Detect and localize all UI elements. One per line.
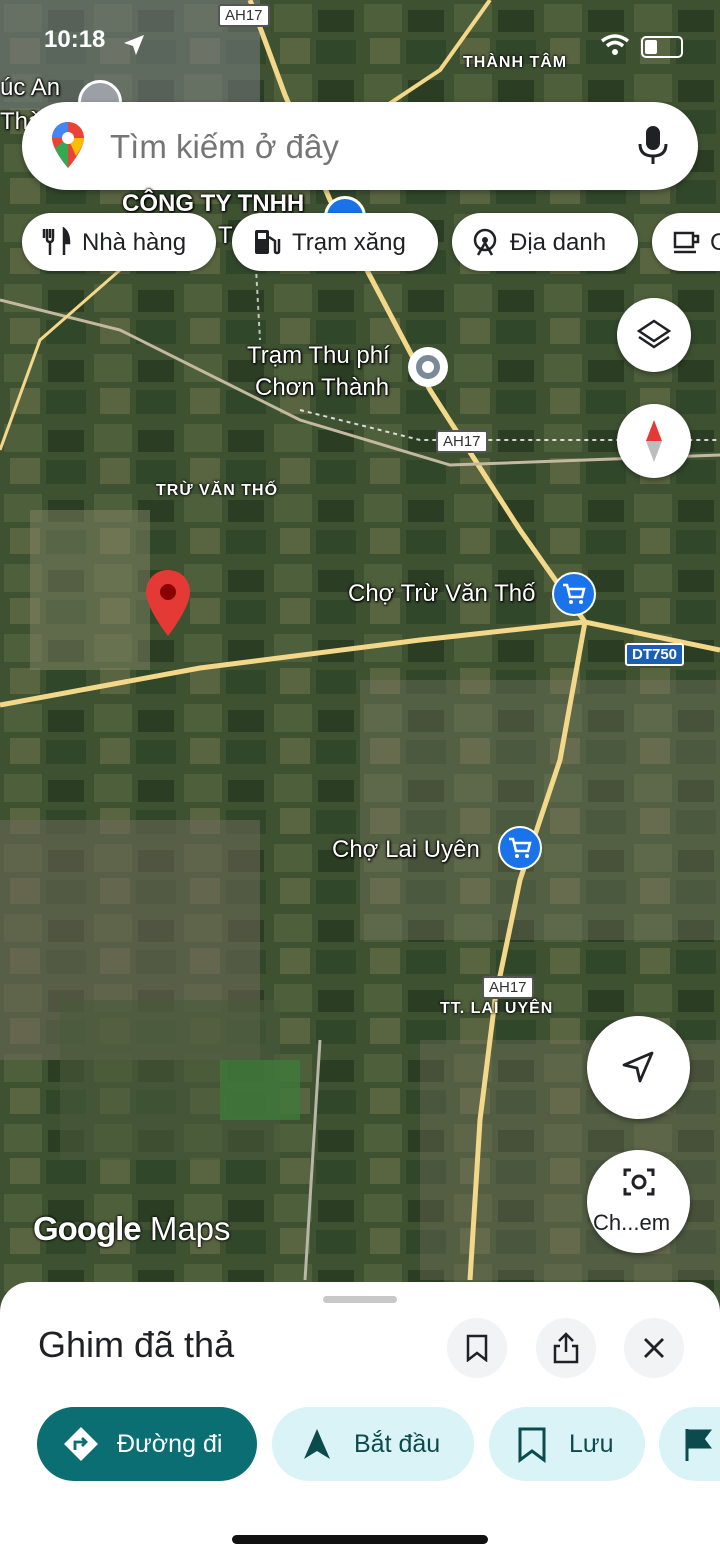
chip-gas-stations[interactable]: Trạm xăng xyxy=(232,213,438,271)
logo-google: Google xyxy=(33,1210,142,1247)
road-shield-ah17-top: AH17 xyxy=(218,4,270,27)
restaurant-icon xyxy=(42,227,71,255)
compass-button[interactable] xyxy=(617,404,691,478)
sheet-title: Ghim đã thả xyxy=(38,1324,235,1365)
market-marker-lai-uyen[interactable] xyxy=(498,826,542,870)
share-icon xyxy=(553,1332,579,1364)
search-bar[interactable] xyxy=(22,102,698,190)
flag-icon xyxy=(685,1429,712,1461)
camera-search-button[interactable]: Ch...em xyxy=(587,1150,690,1253)
navigation-arrow-icon xyxy=(622,1051,654,1083)
start-button[interactable]: Bắt đầu xyxy=(272,1407,474,1481)
map-label-phuc-an: úc An xyxy=(0,74,61,101)
map-label-tt-lai-uyen: TT. LAI UYÊN xyxy=(440,1000,554,1017)
map-label-cho-lai-uyen: Chợ Lai Uyên xyxy=(332,836,480,863)
bottom-sheet[interactable]: Ghim đã thả Đường đi Bắt đầu Lưu xyxy=(0,1282,720,1559)
directions-button[interactable]: Đường đi xyxy=(37,1407,257,1481)
chip-label: Địa danh xyxy=(510,229,607,256)
close-button[interactable] xyxy=(624,1318,684,1378)
close-icon xyxy=(644,1338,664,1358)
more-actions-button[interactable] xyxy=(659,1407,720,1481)
my-location-button[interactable] xyxy=(587,1016,690,1119)
dropped-pin-icon[interactable] xyxy=(144,568,192,638)
location-arrow-icon xyxy=(124,35,144,55)
gas-station-icon xyxy=(255,230,281,255)
microphone-icon[interactable] xyxy=(636,124,670,168)
layers-button[interactable] xyxy=(617,298,691,372)
map-label-toll-2: Chơn Thành xyxy=(255,374,390,401)
bookmark-icon xyxy=(466,1334,488,1362)
status-time: 10:18 xyxy=(44,26,106,53)
road-shield-ah17-mid: AH17 xyxy=(436,430,488,453)
chip-label: Nhà hàng xyxy=(82,229,187,256)
map-label-tru-van-tho: TRỪ VĂN THỐ xyxy=(156,482,279,499)
map-label-toll-1: Trạm Thu phí xyxy=(247,342,390,369)
chip-landmarks[interactable]: Địa danh xyxy=(452,213,638,271)
wifi-icon xyxy=(600,34,630,55)
landmark-icon xyxy=(473,228,497,256)
road-shield-dt750: DT750 xyxy=(625,643,685,666)
navigation-arrow-icon xyxy=(304,1429,330,1459)
camera-label: Ch...em xyxy=(593,1210,671,1235)
map-label-thanh-tam: THÀNH TÂM xyxy=(463,54,568,71)
save-label: Lưu xyxy=(569,1430,614,1458)
sheet-drag-handle[interactable] xyxy=(323,1296,397,1303)
map-label-cong-ty-suffix: T xyxy=(218,222,233,249)
compass-icon xyxy=(646,420,662,462)
camera-icon xyxy=(623,1168,655,1196)
search-input[interactable] xyxy=(108,122,612,172)
coffee-icon xyxy=(673,231,700,254)
directions-icon xyxy=(64,1427,98,1461)
save-button[interactable]: Lưu xyxy=(489,1407,645,1481)
chip-label: C xyxy=(710,229,720,256)
toll-station-marker[interactable] xyxy=(408,347,448,387)
directions-label: Đường đi xyxy=(117,1430,223,1458)
chip-coffee[interactable]: C xyxy=(652,213,720,271)
home-indicator xyxy=(232,1535,488,1544)
layers-icon xyxy=(636,319,672,349)
logo-maps: Maps xyxy=(149,1210,231,1247)
bookmark-icon xyxy=(518,1427,546,1463)
google-maps-logo: Google Maps xyxy=(33,1210,231,1248)
chip-restaurants[interactable]: Nhà hàng xyxy=(22,213,216,271)
google-maps-pin-icon xyxy=(52,122,84,168)
shopping-cart-icon xyxy=(563,583,586,604)
map-label-cho-tru-van-tho: Chợ Trừ Văn Thố xyxy=(348,580,536,607)
start-label: Bắt đầu xyxy=(354,1430,441,1458)
market-marker-tru-van-tho[interactable] xyxy=(552,572,596,616)
battery-icon xyxy=(641,36,683,58)
road-shield-ah17-bottom: AH17 xyxy=(482,976,534,999)
share-button[interactable] xyxy=(536,1318,596,1378)
shopping-cart-icon xyxy=(509,837,532,858)
save-icon-button[interactable] xyxy=(447,1318,507,1378)
chip-label: Trạm xăng xyxy=(292,229,406,256)
